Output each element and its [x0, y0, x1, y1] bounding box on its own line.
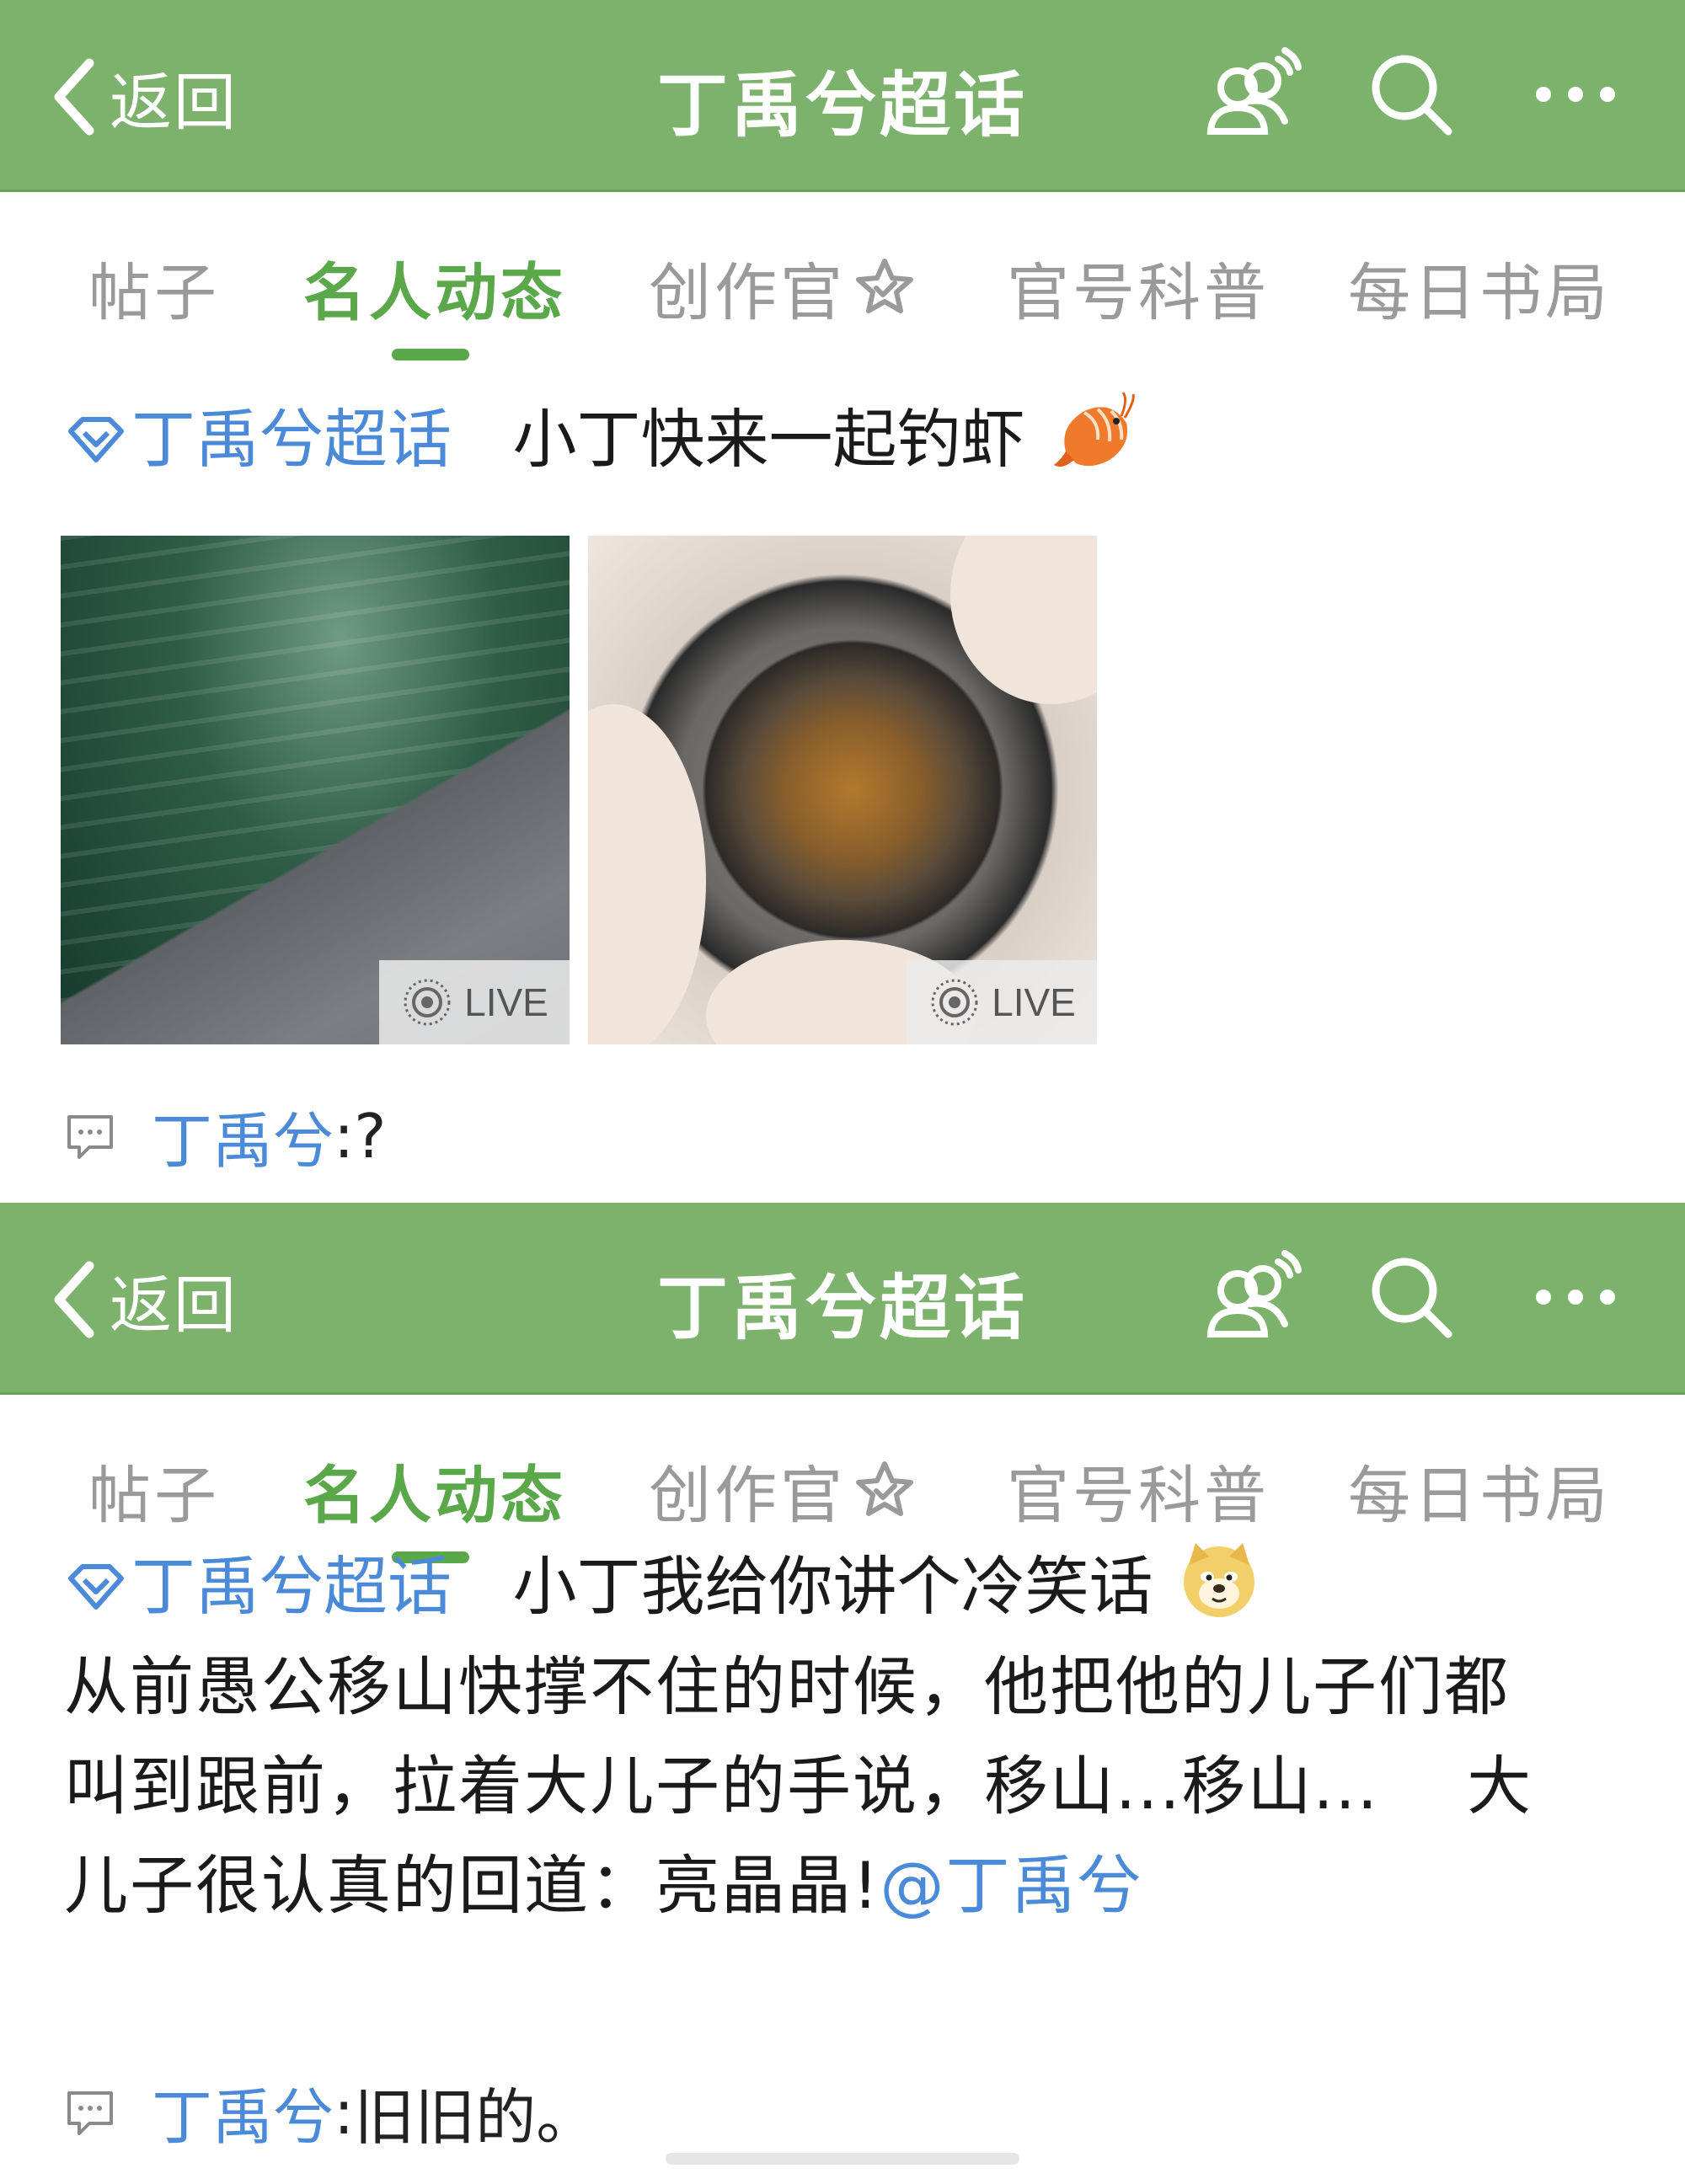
tab-daily-books[interactable]: 每日书局 — [1348, 243, 1611, 333]
topic-tag[interactable]: 丁禹兮超话 — [64, 402, 472, 477]
post-body-line-text: 儿子很认真的回道：亮晶晶! — [64, 1848, 880, 1923]
tab-bar: 帖子 名人动态 创作官 官号科普 每日书局 — [0, 192, 1685, 360]
more-icon — [1536, 1290, 1615, 1305]
chevron-left-icon — [54, 1261, 94, 1338]
post-body-line: 从前愚公移山快撑不住的时候，他把他的儿子们都 — [64, 1649, 1510, 1724]
tab-posts[interactable]: 帖子 — [88, 243, 220, 333]
tab-creator-label: 创作官 — [649, 257, 846, 329]
more-button[interactable] — [1525, 44, 1626, 145]
tab-creator[interactable]: 创作官 — [649, 1445, 918, 1535]
mention-link[interactable]: @丁禹兮 — [880, 1848, 1142, 1923]
back-button[interactable]: 返回 — [47, 1253, 238, 1346]
reply-text: 旧旧的。 — [354, 2082, 597, 2153]
tab-creator[interactable]: 创作官 — [649, 243, 918, 333]
tab-creator-label: 创作官 — [649, 1460, 846, 1532]
reply-separator: : — [334, 1100, 355, 1172]
photo-hand-right — [950, 536, 1097, 704]
more-icon — [1536, 87, 1615, 102]
nav-bar: 返回 丁禹兮超话 — [0, 0, 1685, 192]
chevron-left-icon — [54, 58, 94, 136]
tab-celebrity-updates[interactable]: 名人动态 — [303, 1445, 566, 1535]
more-button[interactable] — [1525, 1247, 1626, 1348]
comment-icon — [67, 2091, 113, 2135]
reply-row[interactable]: 丁禹兮: 旧旧的。 — [64, 2068, 596, 2156]
tab-bar: 帖子 名人动态 创作官 官号科普 每日书局 — [0, 1395, 1685, 1563]
search-icon — [1372, 1258, 1452, 1338]
star-badge-icon — [856, 258, 913, 313]
post-text: 小丁我给你讲个冷笑话 — [512, 1549, 1153, 1624]
live-photo-icon — [931, 979, 978, 1026]
live-badge-label: LIVE — [992, 980, 1076, 1024]
back-label: 返回 — [110, 1268, 238, 1342]
post-body-line: 叫到跟前，拉着大儿子的手说，移山...移山... 大 — [64, 1749, 1533, 1824]
reply-username[interactable]: 丁禹兮 — [152, 1092, 334, 1180]
reply-text: ? — [354, 1100, 387, 1172]
reply-username[interactable]: 丁禹兮 — [152, 2068, 334, 2156]
topic-tag-label: 丁禹兮超话 — [131, 1549, 452, 1624]
photo-hand-left — [588, 704, 706, 1044]
doge-emoji — [1183, 1543, 1254, 1617]
post-image-1[interactable]: LIVE — [61, 536, 570, 1044]
live-badge: LIVE — [379, 960, 570, 1044]
back-label: 返回 — [110, 66, 238, 139]
active-tab-indicator — [392, 349, 469, 360]
post-text: 小丁快来一起钓虾 — [512, 402, 1025, 477]
reply-separator: : — [334, 2076, 355, 2148]
screenshot-panel-2: 返回 丁禹兮超话 帖子 名人动态 创作官 官号科普 每日书局 丁禹兮超话 小丁我… — [0, 1203, 1685, 2184]
tab-celebrity-updates[interactable]: 名人动态 — [303, 243, 566, 333]
home-indicator — [666, 2153, 1019, 2165]
chat-bubbles-button[interactable] — [1201, 1247, 1302, 1348]
search-icon — [1372, 55, 1452, 136]
page-title: 丁禹兮超话 — [656, 1267, 1028, 1349]
nav-bar: 返回 丁禹兮超话 — [0, 1203, 1685, 1395]
page-title: 丁禹兮超话 — [656, 64, 1028, 147]
tab-official-science[interactable]: 官号科普 — [1007, 1445, 1270, 1535]
chat-bubbles-icon — [1206, 1250, 1302, 1338]
reply-row[interactable]: 丁禹兮: ? — [64, 1092, 387, 1180]
post-headline: 丁禹兮超话 小丁我给你讲个冷笑话 — [64, 1540, 1260, 1633]
tab-daily-books[interactable]: 每日书局 — [1348, 1445, 1611, 1535]
tab-posts[interactable]: 帖子 — [88, 1445, 220, 1535]
live-badge: LIVE — [907, 960, 1097, 1044]
back-button[interactable]: 返回 — [47, 51, 238, 143]
post-image-2[interactable]: LIVE — [588, 536, 1097, 1044]
live-badge-label: LIVE — [464, 980, 548, 1024]
post-headline: 丁禹兮超话 小丁快来一起钓虾 — [64, 392, 1135, 486]
comment-icon — [67, 1114, 113, 1159]
topic-tag[interactable]: 丁禹兮超话 — [64, 1549, 472, 1624]
shrimp-emoji — [1053, 392, 1135, 467]
tab-official-science[interactable]: 官号科普 — [1007, 243, 1270, 333]
topic-tag-label: 丁禹兮超话 — [131, 402, 452, 477]
screenshot-panel-1: 返回 丁禹兮超话 帖子 名人动态 创作官 官号科普 每日书局 丁禹兮超话 小丁快… — [0, 0, 1685, 1203]
search-button[interactable] — [1361, 1247, 1462, 1348]
post-body: 从前愚公移山快撑不住的时候，他把他的儿子们都 叫到跟前，拉着大儿子的手说，移山.… — [64, 1637, 1631, 1936]
search-button[interactable] — [1361, 44, 1462, 145]
diamond-icon — [68, 417, 124, 462]
chat-bubbles-icon — [1206, 47, 1302, 135]
star-badge-icon — [856, 1460, 913, 1516]
chat-bubbles-button[interactable] — [1201, 44, 1302, 145]
diamond-icon — [68, 1564, 124, 1610]
post-body-line: 儿子很认真的回道：亮晶晶!@丁禹兮 — [64, 1836, 1631, 1936]
live-photo-icon — [404, 979, 451, 1026]
